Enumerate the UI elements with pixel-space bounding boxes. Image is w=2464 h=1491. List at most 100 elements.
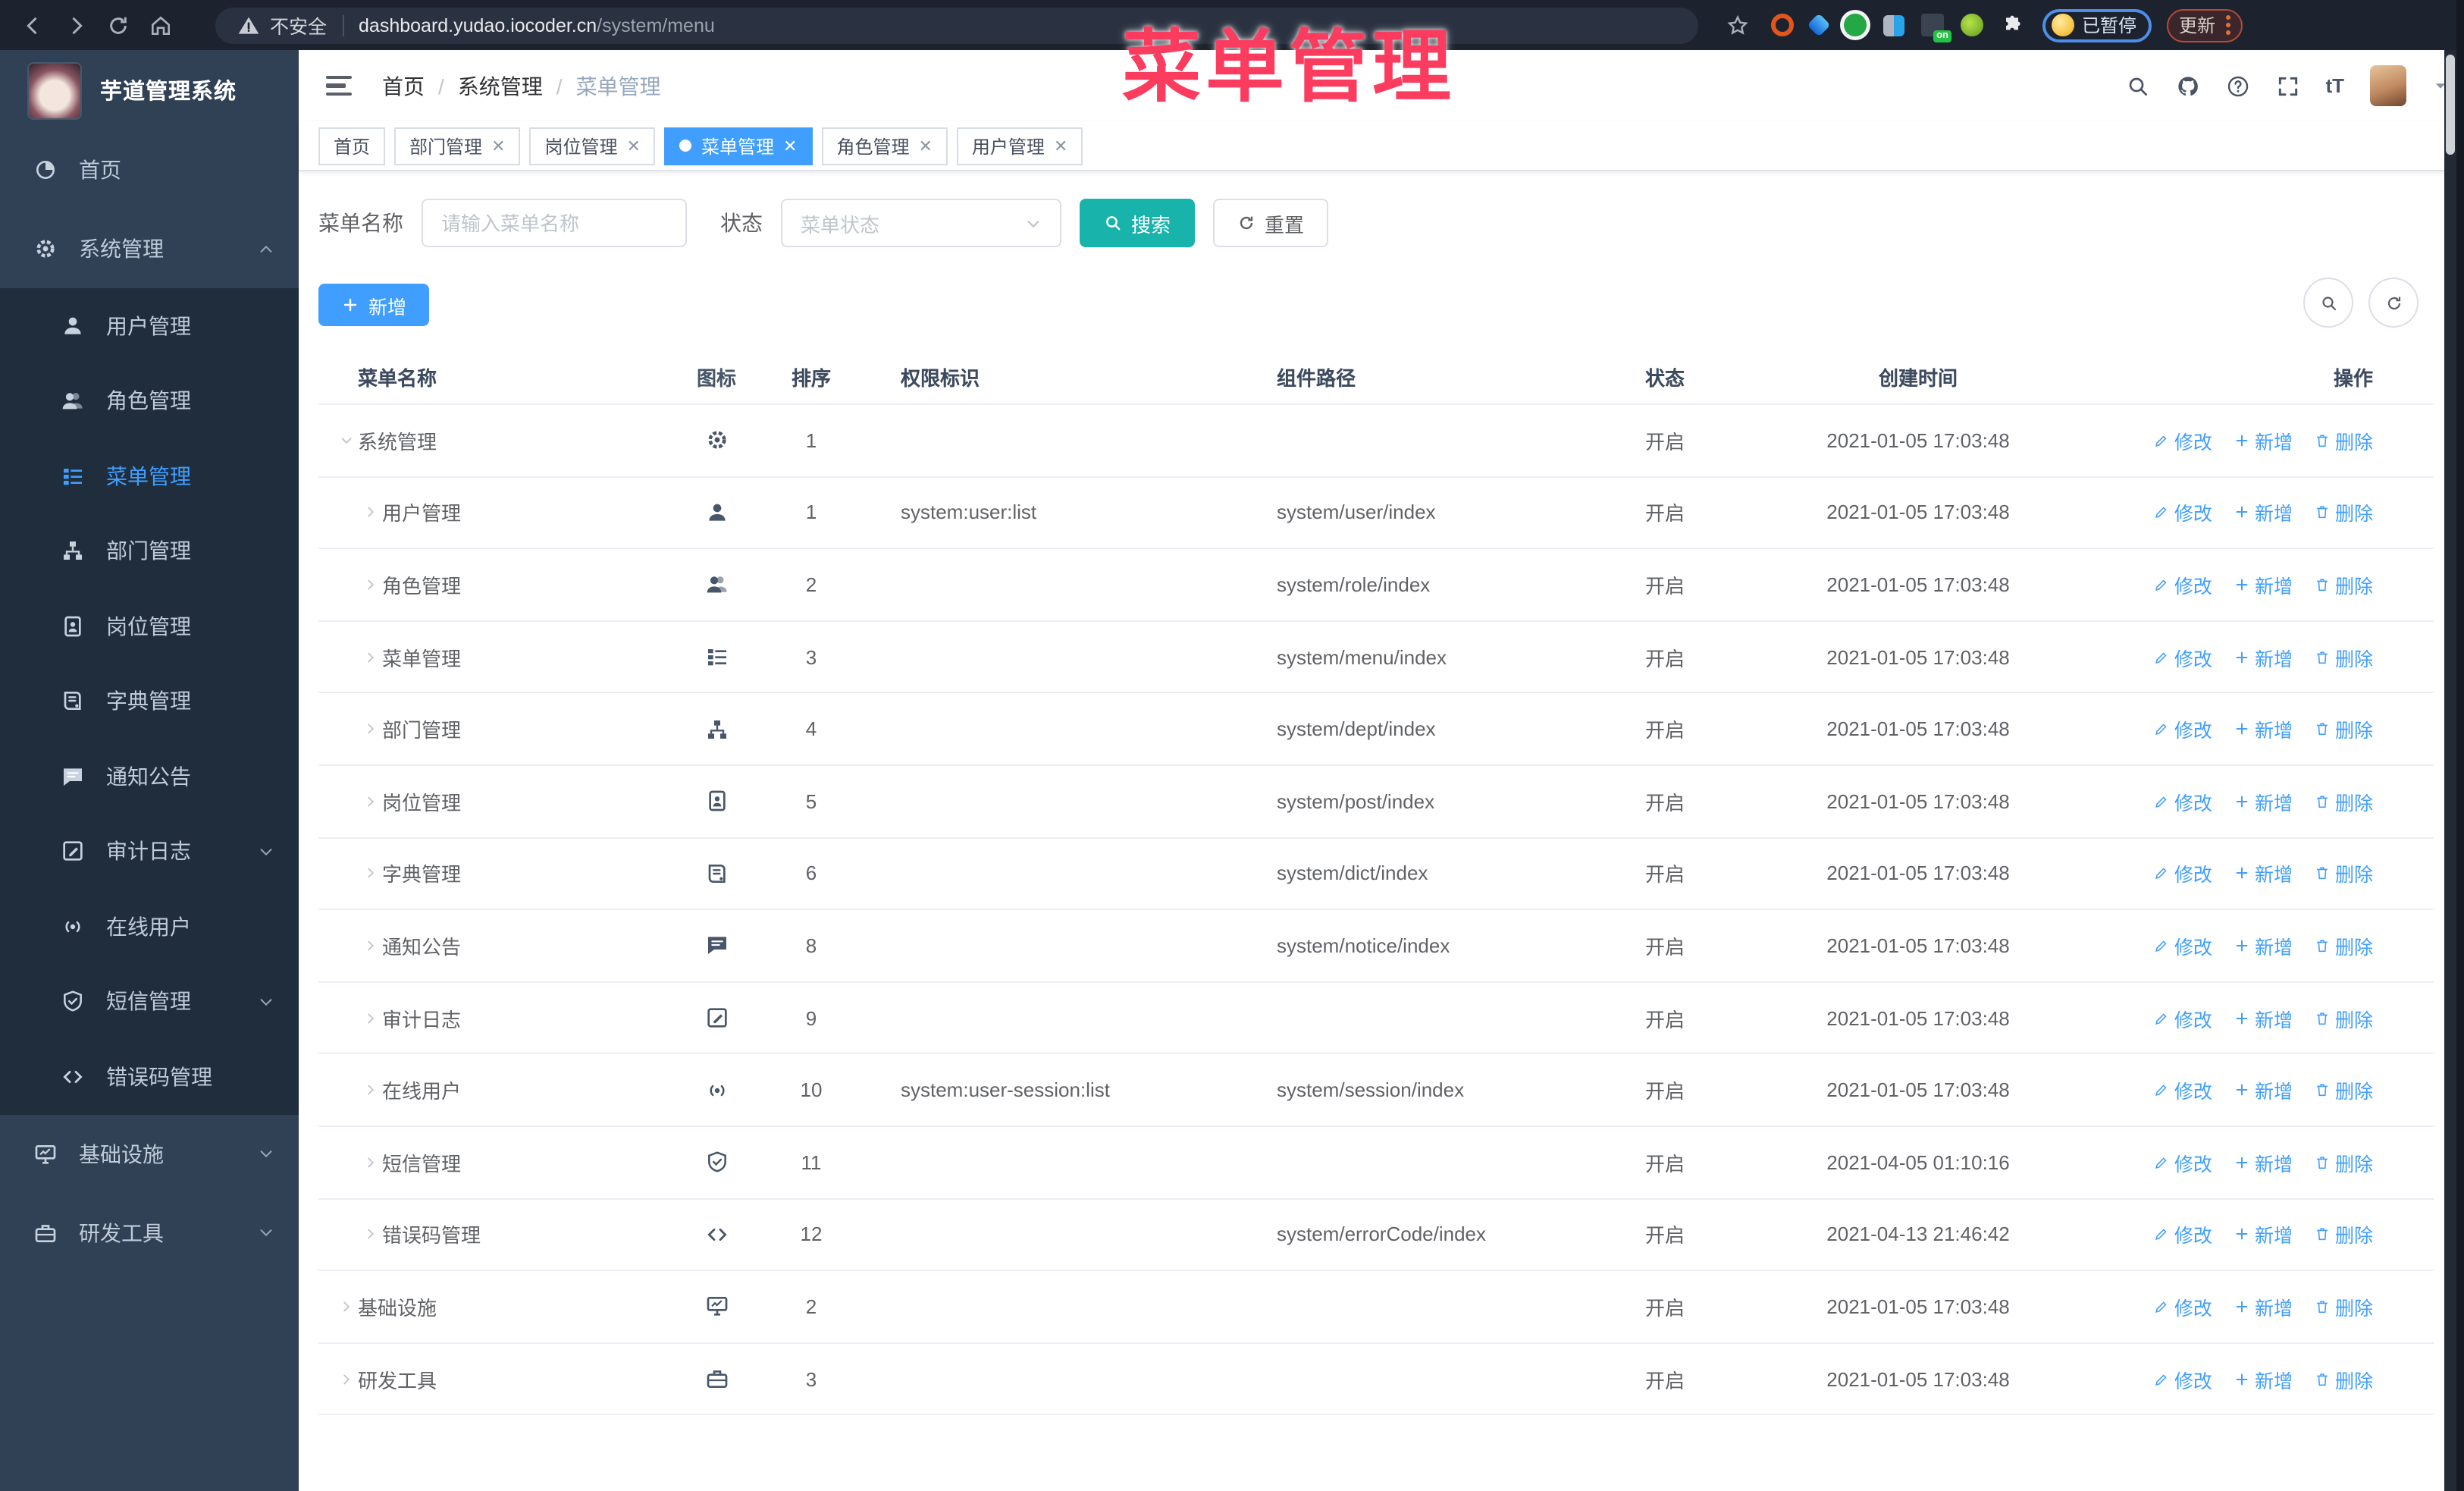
edit-link[interactable]: 修改 [2153,1147,2212,1176]
page-scrollbar[interactable] [2444,50,2456,1491]
expand-arrow-down-icon[interactable] [334,432,358,449]
expand-arrow-right-icon[interactable] [358,865,382,882]
table-row[interactable]: 用户管理 1 system:user:list system/user/inde… [318,477,2434,550]
sidebar-item-7[interactable]: 字典管理 [0,664,299,739]
add-link[interactable]: 新增 [2234,859,2293,888]
breadcrumb-item[interactable]: 系统管理 [458,71,543,101]
delete-link[interactable]: 删除 [2314,1003,2373,1032]
toggle-search-button[interactable] [2303,278,2353,328]
hamburger-icon[interactable] [317,66,361,105]
add-button[interactable]: 新增 [318,284,430,326]
table-row[interactable]: 角色管理 2 system/role/index 开启 2021-01-05 1… [318,549,2434,622]
expand-arrow-right-icon[interactable] [358,720,382,737]
edit-link[interactable]: 修改 [2153,1003,2212,1032]
sidebar-item-9[interactable]: 审计日志 [0,814,299,889]
table-row[interactable]: 部门管理 4 system/dept/index 开启 2021-01-05 1… [318,694,2434,766]
back-icon[interactable] [21,13,45,37]
help-icon[interactable] [2225,74,2249,98]
delete-link[interactable]: 删除 [2314,787,2373,816]
edit-link[interactable]: 修改 [2153,642,2212,671]
avatar[interactable] [2370,65,2406,106]
search-button[interactable]: 搜索 [1080,199,1196,247]
sidebar-item-0[interactable]: 首页 [0,130,299,209]
delete-link[interactable]: 删除 [2314,426,2373,455]
table-row[interactable]: 审计日志 9 开启 2021-01-05 17:03:48 修改 新增 删除 [318,983,2434,1055]
close-icon[interactable]: ✕ [1054,136,1067,155]
fullscreen-icon[interactable] [2275,74,2299,98]
edit-link[interactable]: 修改 [2153,498,2212,527]
expand-arrow-right-icon[interactable] [358,1226,382,1243]
sidebar-item-13[interactable]: 基础设施 [0,1114,299,1193]
delete-link[interactable]: 删除 [2314,570,2373,599]
edit-link[interactable]: 修改 [2153,1364,2212,1393]
tag-0[interactable]: 首页 [318,127,386,165]
sidebar-item-14[interactable]: 研发工具 [0,1193,299,1272]
close-icon[interactable]: ✕ [627,136,641,155]
extension-icon[interactable]: on [1921,14,1951,42]
puzzle-extensions-icon[interactable] [2000,13,2024,37]
tag-2[interactable]: 岗位管理 ✕ [529,127,656,165]
sidebar-item-8[interactable]: 通知公告 [0,739,299,814]
add-link[interactable]: 新增 [2234,1364,2293,1393]
extension-icon[interactable] [1844,14,1867,36]
reload-icon[interactable] [106,13,130,37]
expand-arrow-right-icon[interactable] [358,1081,382,1098]
app-logo-row[interactable]: 芋道管理系统 [0,50,299,130]
add-link[interactable]: 新增 [2234,1003,2293,1032]
edit-link[interactable]: 修改 [2153,1220,2212,1249]
status-select[interactable]: 菜单状态 [781,199,1061,247]
reset-button[interactable]: 重置 [1213,199,1329,247]
extension-icon[interactable] [1961,14,1983,36]
tag-4[interactable]: 角色管理 ✕ [821,127,948,165]
expand-arrow-right-icon[interactable] [358,1009,382,1026]
close-icon[interactable]: ✕ [491,136,505,155]
close-icon[interactable]: ✕ [783,136,797,155]
edit-link[interactable]: 修改 [2153,570,2212,599]
delete-link[interactable]: 删除 [2314,1075,2373,1104]
add-link[interactable]: 新增 [2234,498,2293,527]
add-link[interactable]: 新增 [2234,1220,2293,1249]
sidebar-item-6[interactable]: 岗位管理 [0,589,299,664]
browser-profile-badge[interactable]: 已暂停 [2042,8,2152,42]
font-size-icon[interactable]: tT [2325,74,2344,97]
menu-name-input[interactable] [422,199,687,247]
address-bar[interactable]: 不安全 dashboard.yudao.iocoder.cn /system/m… [215,7,1698,43]
edit-link[interactable]: 修改 [2153,787,2212,816]
add-link[interactable]: 新增 [2234,931,2293,960]
edit-link[interactable]: 修改 [2153,931,2212,960]
search-icon[interactable] [2125,74,2149,98]
table-row[interactable]: 基础设施 2 开启 2021-01-05 17:03:48 修改 新增 删除 [318,1271,2434,1344]
edit-link[interactable]: 修改 [2153,1075,2212,1104]
extension-icon[interactable] [1807,13,1831,37]
table-row[interactable]: 短信管理 11 开启 2021-04-05 01:10:16 修改 新增 删除 [318,1127,2434,1200]
delete-link[interactable]: 删除 [2314,859,2373,888]
add-link[interactable]: 新增 [2234,642,2293,671]
table-row[interactable]: 研发工具 3 开启 2021-01-05 17:03:48 修改 新增 删除 [318,1343,2434,1416]
forward-icon[interactable] [64,13,88,37]
security-label[interactable]: 不安全 [270,11,327,39]
sidebar-item-12[interactable]: 错误码管理 [0,1039,299,1114]
sidebar-item-3[interactable]: 角色管理 [0,363,299,438]
sidebar-item-10[interactable]: 在线用户 [0,889,299,964]
delete-link[interactable]: 删除 [2314,931,2373,960]
add-link[interactable]: 新增 [2234,714,2293,743]
browser-menu-icon[interactable] [2226,15,2231,35]
tag-3[interactable]: 菜单管理 ✕ [664,127,813,165]
extension-icon[interactable] [1883,14,1904,36]
sidebar-item-1[interactable]: 系统管理 [0,209,299,288]
table-row[interactable]: 通知公告 8 system/notice/index 开启 2021-01-05… [318,910,2434,983]
delete-link[interactable]: 删除 [2314,1292,2373,1321]
scrollbar-thumb[interactable] [2446,55,2455,155]
delete-link[interactable]: 删除 [2314,1364,2373,1393]
table-row[interactable]: 错误码管理 12 system/errorCode/index 开启 2021-… [318,1199,2434,1272]
breadcrumb-item[interactable]: 首页 [382,71,425,101]
sidebar-item-4[interactable]: 菜单管理 [0,438,299,513]
tag-5[interactable]: 用户管理 ✕ [956,127,1083,165]
add-link[interactable]: 新增 [2234,570,2293,599]
expand-arrow-right-icon[interactable] [358,648,382,665]
expand-arrow-right-icon[interactable] [334,1370,358,1387]
github-icon[interactable] [2175,74,2199,98]
edit-link[interactable]: 修改 [2153,714,2212,743]
expand-arrow-right-icon[interactable] [358,793,382,810]
expand-arrow-right-icon[interactable] [358,937,382,954]
